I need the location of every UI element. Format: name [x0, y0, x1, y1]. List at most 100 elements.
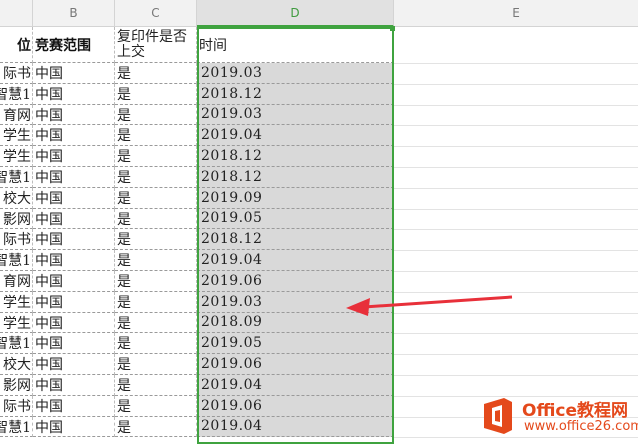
cell-a-header[interactable]: 位: [0, 27, 33, 63]
office26-logo: Office教程网 www.office26.com: [474, 392, 638, 442]
office-logo-icon: [484, 398, 512, 434]
cell-b[interactable]: 中国: [33, 229, 115, 251]
cell-b[interactable]: 中国: [33, 125, 115, 147]
column-header-b[interactable]: B: [33, 0, 115, 27]
gridline: [394, 208, 638, 210]
cell-c[interactable]: 是: [115, 187, 197, 209]
cell-c[interactable]: 是: [115, 291, 197, 313]
gridline: [394, 229, 638, 231]
gridline: [394, 146, 638, 148]
cell-b[interactable]: 中国: [33, 250, 115, 271]
cell-a[interactable]: 学生: [0, 291, 33, 313]
gridline: [394, 104, 638, 106]
cell-c[interactable]: 是: [115, 416, 197, 438]
gridline: [394, 167, 638, 168]
gridline: [394, 125, 638, 127]
cell-a[interactable]: 智慧1: [0, 83, 33, 105]
cell-b[interactable]: 中国: [33, 208, 115, 230]
cell-a[interactable]: 际书: [0, 395, 33, 417]
cell-d[interactable]: 2019.04: [197, 125, 394, 147]
cell-c[interactable]: 是: [115, 375, 197, 396]
cell-d[interactable]: 2019.09: [197, 187, 394, 209]
cell-b[interactable]: 中国: [33, 63, 115, 84]
gridline: [394, 187, 638, 189]
cell-c[interactable]: 是: [115, 125, 197, 147]
cell-d[interactable]: 2019.04: [197, 416, 394, 438]
column-header-a[interactable]: [0, 0, 33, 27]
cell-b[interactable]: 中国: [33, 312, 115, 334]
cell-b[interactable]: 中国: [33, 187, 115, 209]
cell-a[interactable]: 影网: [0, 208, 33, 230]
cell-d[interactable]: 2018.12: [197, 229, 394, 251]
cell-a[interactable]: 影网: [0, 375, 33, 396]
cell-d[interactable]: 2019.03: [197, 63, 394, 84]
cell-d[interactable]: 2018.12: [197, 146, 394, 167]
gridline: [394, 375, 638, 376]
cell-b[interactable]: 中国: [33, 291, 115, 313]
fill-handle[interactable]: [390, 26, 395, 31]
cell-d[interactable]: 2019.04: [197, 250, 394, 271]
cell-b[interactable]: 中国: [33, 83, 115, 105]
cell-b[interactable]: 中国: [33, 333, 115, 355]
gridline: [394, 250, 638, 252]
cell-c[interactable]: 是: [115, 63, 197, 84]
cell-a[interactable]: 校大: [0, 354, 33, 375]
gridline: [394, 63, 638, 64]
gridline: [394, 333, 638, 335]
cell-d[interactable]: 2019.04: [197, 375, 394, 396]
cell-d[interactable]: 2019.05: [197, 208, 394, 230]
logo-url-text: www.office26.com: [524, 419, 638, 434]
column-header-e[interactable]: E: [394, 0, 638, 27]
cell-a[interactable]: 学生: [0, 146, 33, 167]
cell-a[interactable]: 校大: [0, 187, 33, 209]
cell-c[interactable]: 是: [115, 395, 197, 417]
cell-c[interactable]: 是: [115, 104, 197, 126]
cell-c[interactable]: 是: [115, 208, 197, 230]
cell-c[interactable]: 是: [115, 167, 197, 188]
gridline: [394, 271, 638, 272]
cell-c[interactable]: 是: [115, 83, 197, 105]
cell-b[interactable]: 中国: [33, 375, 115, 396]
cell-d[interactable]: 2019.06: [197, 395, 394, 417]
cell-c[interactable]: 是: [115, 271, 197, 292]
cell-a[interactable]: 智慧1: [0, 333, 33, 355]
cell-b[interactable]: 中国: [33, 354, 115, 375]
gridline: [394, 83, 638, 85]
column-header-c[interactable]: C: [115, 0, 197, 27]
cell-c[interactable]: 是: [115, 146, 197, 167]
cell-b[interactable]: 中国: [33, 271, 115, 292]
cell-a[interactable]: 学生: [0, 125, 33, 147]
cell-a[interactable]: 学生: [0, 312, 33, 334]
cell-a[interactable]: 际书: [0, 229, 33, 251]
annotation-arrow: [346, 295, 513, 316]
cell-a[interactable]: 际书: [0, 63, 33, 84]
cell-a[interactable]: 育网: [0, 271, 33, 292]
cell-d-header[interactable]: 时间: [197, 27, 394, 63]
cell-b[interactable]: 中国: [33, 395, 115, 417]
cell-c-header[interactable]: 复印件是否上交: [115, 27, 197, 63]
cell-c[interactable]: 是: [115, 229, 197, 251]
logo-brand-text: Office教程网: [522, 401, 629, 421]
cell-b[interactable]: 中国: [33, 104, 115, 126]
column-header-d[interactable]: D: [197, 0, 394, 27]
cell-d[interactable]: 2019.06: [197, 271, 394, 292]
cell-b-header[interactable]: 竞赛范围: [33, 27, 115, 63]
cell-b[interactable]: 中国: [33, 167, 115, 188]
cell-a[interactable]: 智慧1: [0, 416, 33, 438]
cell-a[interactable]: 育网: [0, 104, 33, 126]
cell-c[interactable]: 是: [115, 250, 197, 271]
gridline: [394, 354, 638, 356]
cell-c[interactable]: 是: [115, 312, 197, 334]
cell-d[interactable]: 2018.12: [197, 83, 394, 105]
cell-a[interactable]: 智慧1: [0, 250, 33, 271]
cell-c[interactable]: 是: [115, 333, 197, 355]
cell-d[interactable]: 2019.06: [197, 354, 394, 375]
cell-a[interactable]: 智慧1: [0, 167, 33, 188]
cell-b[interactable]: 中国: [33, 146, 115, 167]
cell-d[interactable]: 2019.03: [197, 104, 394, 126]
cell-d[interactable]: 2019.05: [197, 333, 394, 355]
cell-c[interactable]: 是: [115, 354, 197, 375]
cell-b[interactable]: 中国: [33, 416, 115, 438]
spreadsheet: B C D E 位 竞赛范围 复印件是否上交 时间 际书中国是2019.03智慧…: [0, 0, 638, 444]
cell-d[interactable]: 2018.12: [197, 167, 394, 188]
